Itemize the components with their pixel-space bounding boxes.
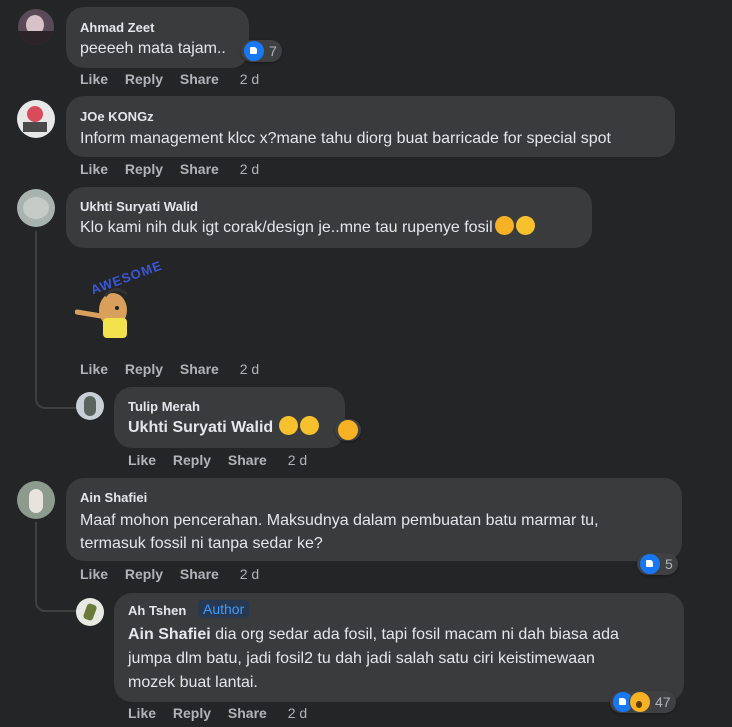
reaction-count: 5 [665,556,673,572]
reply-text-line: mozek buat lantai. [128,674,258,691]
avatar[interactable] [18,9,54,45]
like-button[interactable]: Like [80,361,108,377]
reply-author[interactable]: Tulip Merah [128,399,200,414]
like-reaction-icon [639,553,661,575]
like-button[interactable]: Like [128,705,156,721]
comment-author[interactable]: Ahmad Zeet [80,20,154,35]
author-badge: Author [198,600,250,618]
avatar[interactable] [17,189,55,227]
reaction-count: 47 [655,694,671,710]
share-button[interactable]: Share [180,71,219,87]
comment-timestamp[interactable]: 2 d [240,361,259,377]
care-reaction-icon [337,419,359,441]
reply-button[interactable]: Reply [173,452,211,468]
reply-button[interactable]: Reply [125,161,163,177]
reaction-summary[interactable]: 7 [241,40,282,62]
reply-actions: Like Reply Share 2 d [128,705,320,721]
sticker-awesome: AWESOME [74,258,164,342]
emoji-clap-icon [300,416,320,435]
share-button[interactable]: Share [180,566,219,582]
share-button[interactable]: Share [180,361,219,377]
reply-text-line: Ain Shafiei dia org sedar ada fosil, tap… [128,623,619,646]
reply-timestamp[interactable]: 2 d [288,705,307,721]
reaction-summary[interactable]: 47 [610,691,676,713]
reply-text: Ukhti Suryati Walid [128,416,320,439]
comment-text-line: Maaf mohon pencerahan. Maksudnya dalam p… [80,512,599,529]
reply-button[interactable]: Reply [125,361,163,377]
reply-thread-line [35,231,77,409]
reply-button[interactable]: Reply [125,71,163,87]
reaction-summary[interactable] [335,419,361,441]
comment-author[interactable]: Ain Shafiei [80,490,147,505]
avatar[interactable] [17,481,55,519]
reply-author[interactable]: Ah Tshen [128,603,186,618]
avatar[interactable] [76,392,104,420]
share-button[interactable]: Share [180,161,219,177]
avatar[interactable] [76,598,104,626]
like-button[interactable]: Like [80,71,108,87]
like-button[interactable]: Like [80,566,108,582]
reaction-count: 7 [269,43,277,59]
reply-actions: Like Reply Share 2 d [128,452,320,468]
like-button[interactable]: Like [80,161,108,177]
reply-timestamp[interactable]: 2 d [288,452,307,468]
reply-text-line: jumpa dlm batu, jadi fosil2 tu dah jadi … [128,650,595,667]
avatar[interactable] [17,100,55,138]
comment-author[interactable]: JOe KONGz [80,109,154,124]
comment-timestamp[interactable]: 2 d [240,566,259,582]
wow-reaction-icon [629,691,651,713]
comment-text-content: Klo kami nih duk igt corak/design je..mn… [80,219,493,236]
reaction-summary[interactable]: 5 [637,553,678,575]
comment-actions: Like Reply Share 2 d [80,566,272,582]
reply-button[interactable]: Reply [125,566,163,582]
emoji-mind-blown-icon [494,216,514,235]
comment-author[interactable]: Ukhti Suryati Walid [80,199,198,214]
comment-timestamp[interactable]: 2 d [240,161,259,177]
mention-tag[interactable]: Ukhti Suryati Walid [128,419,273,436]
emoji-clap-icon [279,416,299,435]
comment-actions: Like Reply Share 2 d [80,161,272,177]
emoji-sweat-smile-icon [515,216,535,235]
share-button[interactable]: Share [228,705,267,721]
share-button[interactable]: Share [228,452,267,468]
like-button[interactable]: Like [128,452,156,468]
comment-actions: Like Reply Share 2 d [80,361,272,377]
comment-actions: Like Reply Share 2 d [80,71,272,87]
mention-tag[interactable]: Ain Shafiei [128,626,211,643]
reply-text-content: dia org sedar ada fosil, tapi fosil maca… [210,626,619,643]
reply-thread-line [35,522,77,612]
comment-timestamp[interactable]: 2 d [240,71,259,87]
comment-text: Klo kami nih duk igt corak/design je..mn… [80,216,535,239]
reply-button[interactable]: Reply [173,705,211,721]
comment-text: peeeeh mata tajam.. [80,40,226,57]
comment-text: Inform management klcc x?mane tahu diorg… [80,130,611,147]
comment-text-line: termasuk fossil ni tanpa sedar ke? [80,535,323,552]
like-reaction-icon [243,40,265,62]
